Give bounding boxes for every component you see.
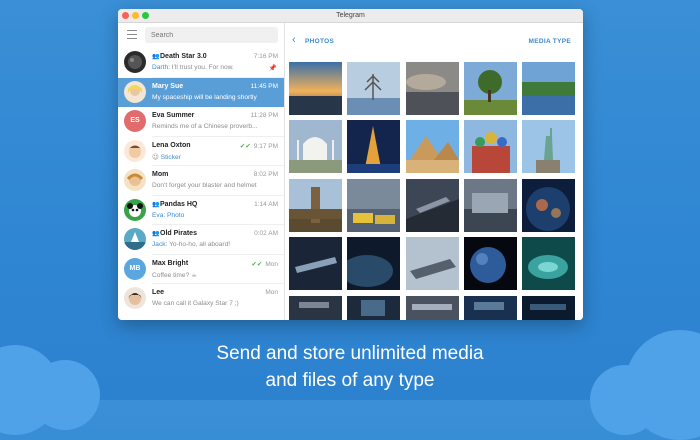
avatar <box>124 169 146 191</box>
photo-thumbnail[interactable] <box>406 120 459 173</box>
chat-item-mary-sue[interactable]: Mary Sue My spaceship will be landing sh… <box>118 77 284 107</box>
avatar <box>124 228 146 250</box>
photo-thumbnail[interactable] <box>289 179 342 232</box>
chat-name: 👥Death Star 3.0 <box>152 53 207 60</box>
chat-time: Mon <box>265 289 278 296</box>
search-input[interactable] <box>145 27 278 43</box>
chat-name: Eva Summer <box>152 112 195 119</box>
chat-name: Max Bright <box>152 259 189 267</box>
photo-thumbnail[interactable] <box>522 296 575 320</box>
photo-thumbnail[interactable] <box>406 179 459 232</box>
chat-name: 👥Pandas HQ <box>152 200 198 208</box>
photo-thumbnail[interactable] <box>289 296 342 320</box>
chat-preview: Coffee time? ☕ <box>152 271 198 279</box>
chat-item-pandas-hq[interactable]: 👥Pandas HQ Eva: Photo 1:14 AM <box>118 196 284 225</box>
avatar <box>124 51 146 73</box>
photo-thumbnail[interactable] <box>464 179 517 232</box>
photo-thumbnail[interactable] <box>522 62 575 115</box>
chat-preview: Don't forget your blaster and helmet <box>152 182 257 189</box>
photo-thumbnail[interactable] <box>289 237 342 290</box>
photo-thumbnail[interactable] <box>406 62 459 115</box>
window-title: Telegram <box>336 12 365 19</box>
photo-thumbnail[interactable] <box>406 237 459 290</box>
photo-thumbnail[interactable] <box>289 120 342 173</box>
pin-icon: 📌 <box>268 65 277 72</box>
photo-thumbnail[interactable] <box>347 179 400 232</box>
photo-thumbnail[interactable] <box>347 296 400 320</box>
chat-sidebar: 👥Death Star 3.0 Darth: I'll trust you. F… <box>118 23 285 320</box>
photo-thumbnail[interactable] <box>347 237 400 290</box>
chat-preview: My spaceship will be landing shortly <box>152 93 257 101</box>
chat-name: Mom <box>152 171 169 178</box>
media-type-button[interactable]: MEDIA TYPE <box>529 38 572 45</box>
chat-preview: Reminds me of a Chinese proverb... <box>152 123 258 130</box>
chat-time: 8:02 PM <box>253 171 278 178</box>
chat-preview: 😉 Sticker <box>152 153 181 161</box>
promo-caption-line-2: and files of any type <box>265 370 435 391</box>
photo-thumbnail[interactable] <box>289 62 342 115</box>
chat-time: 11:45 PM <box>250 82 278 90</box>
photo-thumbnail[interactable] <box>522 120 575 173</box>
chat-name: Mary Sue <box>152 82 184 90</box>
chat-preview: Eva: Photo <box>152 211 185 219</box>
sticker-icon: 😉 <box>152 153 161 161</box>
chat-item-mom[interactable]: Mom Don't forget your blaster and helmet… <box>118 166 284 196</box>
chat-name: 👥Old Pirates <box>152 230 197 237</box>
avatar: ES <box>124 110 146 132</box>
photo-thumbnail[interactable] <box>347 62 400 115</box>
group-icon: 👥 <box>152 201 160 208</box>
photo-thumbnail[interactable] <box>464 62 517 115</box>
chat-item-death-star[interactable]: 👥Death Star 3.0 Darth: I'll trust you. F… <box>118 48 284 78</box>
photo-thumbnail[interactable] <box>522 179 575 232</box>
hamburger-menu-icon[interactable] <box>127 30 137 39</box>
chevron-left-icon[interactable]: ‹ <box>292 34 296 46</box>
group-icon: 👥 <box>152 231 160 237</box>
photo-thumbnail[interactable] <box>522 237 575 290</box>
chat-item-old-pirates[interactable]: 👥Old Pirates Jack: Yo-ho-ho, all aboard!… <box>118 225 284 255</box>
chat-time: 0:02 AM <box>254 230 278 237</box>
sidebar-header <box>118 23 284 48</box>
avatar <box>124 287 146 309</box>
read-check-icon: ✔✔ <box>251 260 263 268</box>
photo-thumbnail[interactable] <box>406 296 459 320</box>
photo-thumbnail[interactable] <box>464 120 517 173</box>
maximize-window-button[interactable] <box>142 12 149 19</box>
minimize-window-button[interactable] <box>132 12 139 19</box>
read-check-icon: ✔✔ <box>239 142 251 150</box>
chat-item-max-bright[interactable]: MB Max Bright Coffee time? ☕ ✔✔ Mon <box>118 255 284 284</box>
chat-time: ✔✔ Mon <box>251 260 278 268</box>
chat-time: 7:16 PM <box>253 53 278 60</box>
media-header: ‹ PHOTOS MEDIA TYPE <box>285 23 583 58</box>
chat-preview: Darth: I'll trust you. For now. <box>152 64 234 71</box>
chat-item-lena-oxton[interactable]: Lena Oxton 😉 Sticker ✔✔ 9:17 PM <box>118 137 284 166</box>
chat-time: ✔✔ 9:17 PM <box>239 142 278 150</box>
photo-thumbnail[interactable] <box>347 120 400 173</box>
group-icon: 👥 <box>152 54 160 60</box>
photos-title: PHOTOS <box>305 38 335 45</box>
chat-item-eva-summer[interactable]: ES Eva Summer Reminds me of a Chinese pr… <box>118 107 284 137</box>
chat-time: 11:28 PM <box>250 112 278 119</box>
avatar <box>124 80 146 103</box>
photo-thumbnail[interactable] <box>464 237 517 290</box>
chat-preview: Jack: Yo-ho-ho, all aboard! <box>152 241 231 248</box>
chat-preview: We can call it Galaxy Star 7 ;) <box>152 300 239 307</box>
avatar: MB <box>124 257 146 280</box>
avatar <box>124 139 146 162</box>
close-window-button[interactable] <box>122 12 129 19</box>
app-window: Telegram 👥Death Star 3.0 Darth: I'll tru… <box>118 9 583 320</box>
photo-thumbnail[interactable] <box>464 296 517 320</box>
chat-name: Lee <box>152 289 165 296</box>
promo-caption-line-1: Send and store unlimited media <box>216 343 484 364</box>
shared-media-panel: ‹ PHOTOS MEDIA TYPE <box>285 23 583 320</box>
chat-item-lee[interactable]: Lee We can call it Galaxy Star 7 ;) Mon <box>118 284 284 314</box>
title-bar: Telegram <box>118 9 583 23</box>
chat-name: Lena Oxton <box>152 141 191 149</box>
avatar <box>124 198 146 221</box>
chat-time: 1:14 AM <box>254 200 278 208</box>
